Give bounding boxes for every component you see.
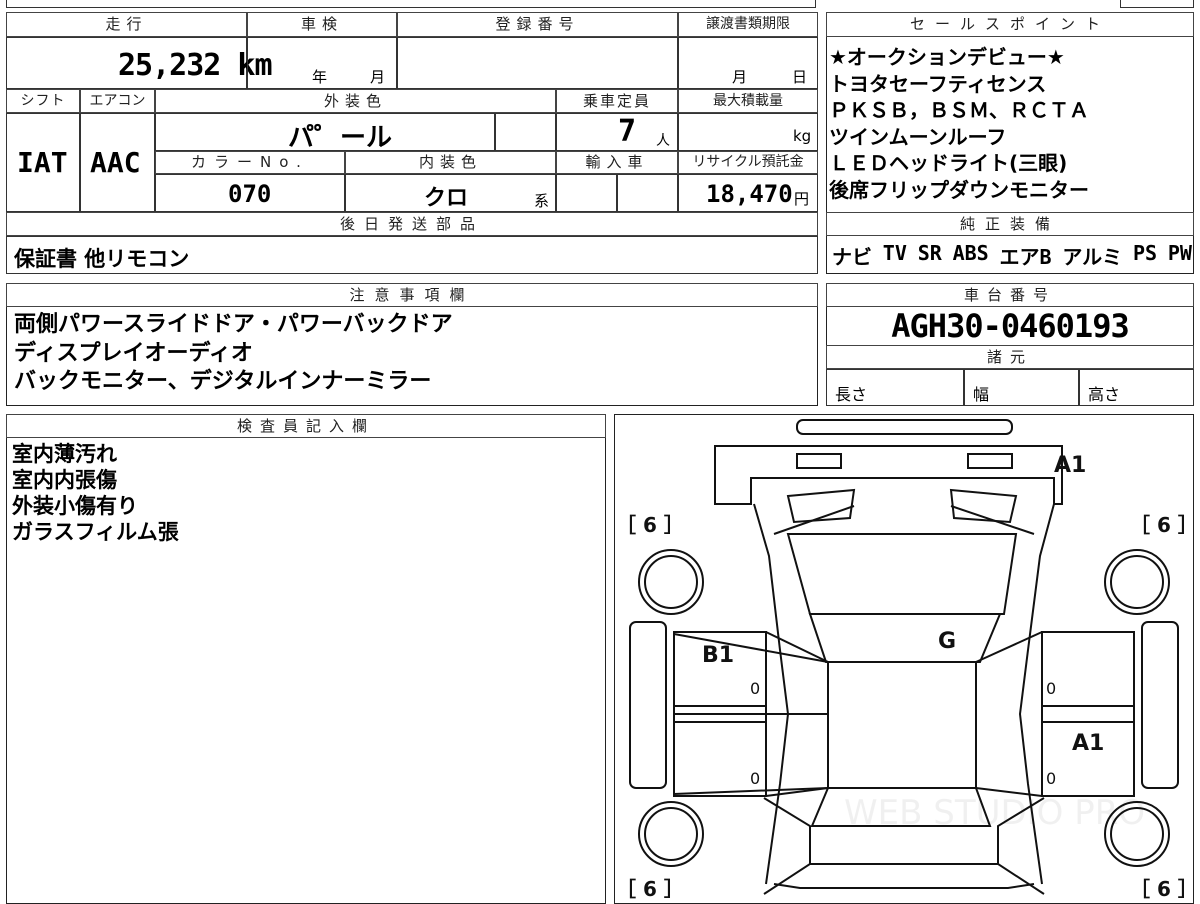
- header-exterior-color: 外装色: [155, 89, 556, 113]
- top-cut-strip: [6, 0, 816, 8]
- capacity-unit: 人: [656, 133, 670, 149]
- damage-mark-b1: B1: [702, 643, 734, 668]
- deadline-month: 月: [732, 68, 748, 86]
- inspector-header: 検査員記入欄: [6, 414, 606, 438]
- watermark: WEB STUDIO PRO: [844, 793, 1145, 833]
- spec-width: 幅: [973, 385, 990, 404]
- aircon-value: AAC: [90, 146, 141, 179]
- damage-mark-a1-top: A1: [1054, 453, 1086, 478]
- inspection-year: 年: [312, 68, 328, 86]
- top-cut-strip-right: [1120, 0, 1194, 8]
- sales-line: トヨタセーフティセンス: [829, 71, 1047, 96]
- inspector-list: 室内薄汚れ 室内内張傷 外装小傷有り ガラスフィルム張: [12, 441, 179, 545]
- equip-sr: SR: [917, 241, 942, 265]
- sales-points-list: ★オークションデビュー★ トヨタセーフティセンス ＰＫＳＢ，ＢＳＭ、ＲＣＴＡ ツ…: [829, 44, 1193, 203]
- header-registration: 登録番号: [397, 12, 678, 37]
- equip-alloy: アルミ: [1062, 245, 1123, 269]
- header-later-parts: 後日発送部品: [6, 212, 818, 236]
- exterior-value: パ゜ール: [288, 123, 393, 153]
- spec-length: 長さ: [835, 385, 868, 404]
- sales-line: ★オークションデビュー★: [829, 45, 1065, 69]
- equip-ps: PS: [1132, 241, 1158, 265]
- interior-suffix: 系: [534, 192, 550, 210]
- tire-grade: ［ 6 ］: [616, 877, 684, 900]
- inspector-line: 外装小傷有り: [12, 494, 138, 518]
- notes-list: 両側パワースライドドア・パワーバックドア ディスプレイオーディオ バックモニター…: [14, 311, 453, 397]
- sales-line: ＬＥＤヘッドライト(三眼): [829, 151, 1068, 175]
- equip-pw: PW: [1167, 241, 1192, 265]
- tire-grade: ［ 6 ］: [1130, 513, 1194, 537]
- interior-value: クロ: [424, 186, 469, 211]
- equip-tv: TV: [882, 241, 907, 265]
- color-no-value: 070: [228, 180, 272, 208]
- recycle-unit: 円: [794, 190, 810, 208]
- zero-mark: 0: [750, 769, 760, 788]
- note-line: ディスプレイオーディオ: [14, 340, 253, 366]
- equip-abs: ABS: [952, 241, 989, 265]
- notes-header: 注意事項欄: [6, 283, 818, 307]
- chassis-number: AGH30-0460193: [891, 307, 1129, 345]
- header-import: 輸入車: [556, 151, 678, 174]
- header-aircon: エアコン: [80, 89, 155, 113]
- note-line: 両側パワースライドドア・パワーバックドア: [14, 312, 453, 337]
- inspection-month: 月: [370, 68, 386, 86]
- inspector-line: 室内薄汚れ: [12, 442, 117, 466]
- equip-airbag: エアB: [999, 245, 1052, 269]
- sales-line: ＰＫＳＢ，ＢＳＭ、ＲＣＴＡ: [829, 98, 1089, 122]
- tire-grade: ［ 6 ］: [1130, 877, 1194, 900]
- header-capacity: 乗車定員: [556, 89, 678, 113]
- cell-registration: [397, 37, 678, 89]
- note-line: バックモニター、デジタルインナーミラー: [14, 369, 432, 394]
- zero-mark: 0: [750, 679, 760, 698]
- damage-mark-g: G: [938, 629, 956, 654]
- header-max-load: 最大積載量: [678, 89, 818, 113]
- max-load-unit: kg: [793, 127, 812, 145]
- capacity-value: 7: [618, 114, 637, 149]
- header-interior-color: 内装色: [345, 151, 556, 174]
- spec-height: 高さ: [1088, 385, 1121, 404]
- header-inspection: 車検: [247, 12, 397, 37]
- equipment-header: 純正装備: [826, 212, 1194, 236]
- later-parts-value: 保証書 他リモコン: [14, 247, 190, 271]
- equipment-values: ナビ TV SR ABS エアB アルミ PS PW: [832, 241, 1192, 270]
- inspector-line: 室内内張傷: [12, 468, 117, 492]
- cell-import-a: [556, 174, 617, 212]
- cell-exterior-extra: [495, 113, 556, 151]
- spec-header: 諸元: [826, 345, 1194, 369]
- sales-points-header: セールスポイント: [826, 12, 1194, 37]
- zero-mark: 0: [1046, 679, 1056, 698]
- equip-navi: ナビ: [832, 245, 872, 269]
- car-diagram: A1 B1 G A1 0 0 0 0 ［ 6 ］ ［ 6 ］ ［ 6 ］ ［ 6…: [616, 419, 1194, 900]
- header-transfer-deadline: 譲渡書類期限: [678, 12, 818, 37]
- header-color-no: カラーNo.: [155, 151, 345, 174]
- chassis-header: 車台番号: [826, 283, 1194, 307]
- header-mileage: 走行: [6, 12, 247, 37]
- header-recycle-fee: リサイクル預託金: [678, 151, 818, 174]
- inspector-line: ガラスフィルム張: [12, 520, 179, 544]
- deadline-day: 日: [792, 68, 808, 86]
- cell-import-b: [617, 174, 678, 212]
- sales-line: ツインムーンルーフ: [829, 124, 1007, 149]
- header-shift: シフト: [6, 89, 80, 113]
- zero-mark: 0: [1046, 769, 1056, 788]
- sales-line: 後席フリップダウンモニター: [829, 177, 1089, 202]
- tire-grade: ［ 6 ］: [616, 513, 684, 537]
- damage-mark-a1-right: A1: [1072, 731, 1104, 756]
- recycle-value: 18,470: [706, 180, 793, 208]
- shift-value: IAT: [17, 146, 68, 179]
